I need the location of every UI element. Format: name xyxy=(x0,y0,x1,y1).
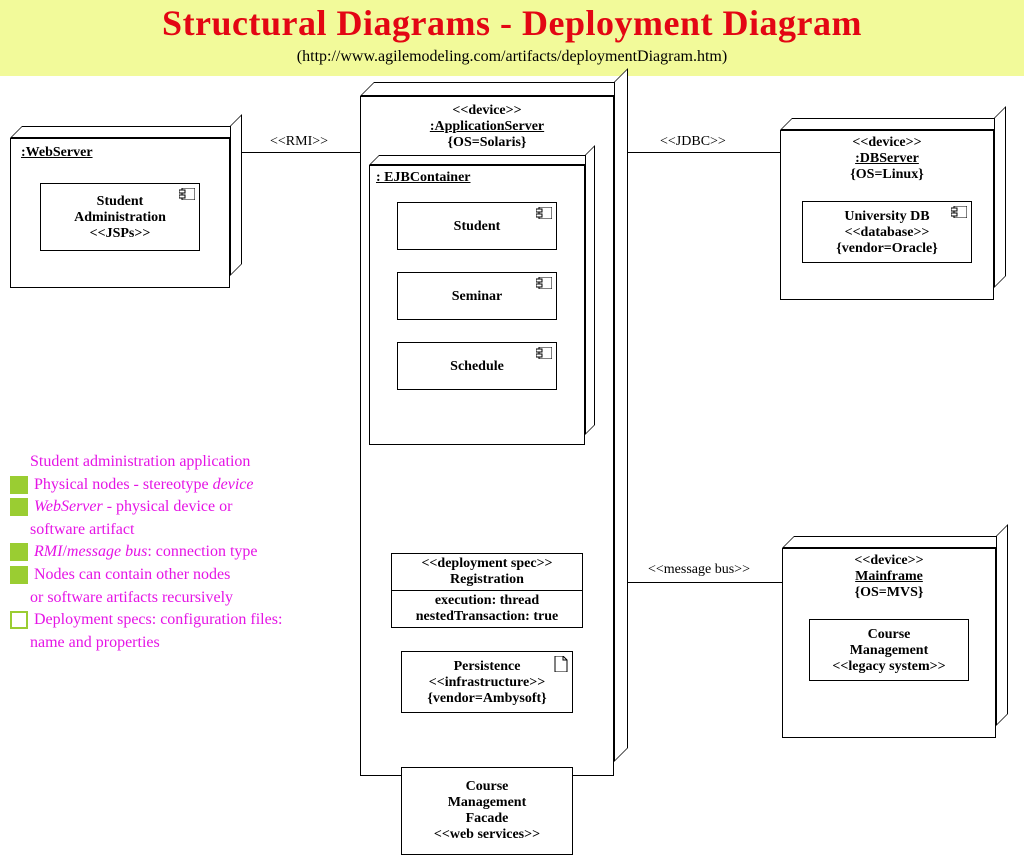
cmlegacy-l2: Management xyxy=(850,643,929,659)
slide-title: Structural Diagrams - Deployment Diagram xyxy=(0,2,1024,44)
studentadmin-l1: Student xyxy=(97,194,144,210)
ejbcontainer-name: : EJBContainer xyxy=(376,170,578,186)
student-name: Student xyxy=(454,219,501,235)
persist-tag: {vendor=Ambysoft} xyxy=(427,691,546,707)
schedule-name: Schedule xyxy=(450,359,504,375)
cmlegacy-l1: Course xyxy=(868,627,911,643)
component-icon xyxy=(951,206,967,218)
appserver-name: :ApplicationServer xyxy=(369,119,605,135)
studentadmin-l2: Administration xyxy=(74,210,166,226)
appserver-stereo: <<device>> xyxy=(369,103,605,119)
cmfacade-l2: Management xyxy=(448,795,527,811)
univdb-stereo: <<database>> xyxy=(845,225,930,241)
univdb-tag: {vendor=Oracle} xyxy=(836,241,937,257)
univdb-name: University DB xyxy=(844,209,929,225)
regspec-stereo: <<deployment spec>> xyxy=(392,556,582,572)
persist-name: Persistence xyxy=(454,659,521,675)
dbserver-tag: {OS=Linux} xyxy=(787,167,987,183)
component-student: Student xyxy=(397,202,557,250)
bullet-icon xyxy=(10,498,28,516)
regspec-p1: execution: thread xyxy=(398,593,576,609)
mainframe-tag: {OS=MVS} xyxy=(789,585,989,601)
component-persistence: Persistence <<infrastructure>> {vendor=A… xyxy=(401,651,573,713)
component-university-db: University DB <<database>> {vendor=Oracl… xyxy=(802,201,972,263)
component-cm-facade: Course Management Facade <<web services>… xyxy=(401,767,573,855)
connector-rmi xyxy=(242,152,360,153)
connector-rmi-label: <<RMI>> xyxy=(270,134,328,150)
slide-subtitle: (http://www.agilemodeling.com/artifacts/… xyxy=(0,48,1024,66)
connector-jdbc xyxy=(628,152,780,153)
notes-list: Student administration application Physi… xyxy=(10,450,340,654)
regspec-name: Registration xyxy=(392,572,582,588)
cmlegacy-stereo: <<legacy system>> xyxy=(832,659,945,675)
dbserver-stereo: <<device>> xyxy=(787,135,987,151)
connector-jdbc-label: <<JDBC>> xyxy=(660,134,726,150)
component-cm-legacy: Course Management <<legacy system>> xyxy=(809,619,969,681)
mainframe-name: Mainframe xyxy=(789,569,989,585)
component-icon xyxy=(536,347,552,359)
component-student-admin: Student Administration <<JSPs>> xyxy=(40,183,200,251)
document-icon xyxy=(554,656,568,672)
appserver-tag: {OS=Solaris} xyxy=(369,135,605,151)
bullet-icon xyxy=(10,476,28,494)
component-icon xyxy=(179,188,195,200)
bullet-icon xyxy=(10,566,28,584)
component-icon xyxy=(536,277,552,289)
deployment-spec-registration: <<deployment spec>> Registration executi… xyxy=(391,553,583,628)
regspec-p2: nestedTransaction: true xyxy=(398,609,576,625)
node-ejbcontainer: : EJBContainer Student Seminar Schedule xyxy=(369,165,605,445)
cmfacade-stereo: <<web services>> xyxy=(434,827,540,843)
bullet-icon xyxy=(10,611,28,629)
component-seminar: Seminar xyxy=(397,272,557,320)
component-icon xyxy=(536,207,552,219)
mainframe-stereo: <<device>> xyxy=(789,553,989,569)
connector-msgbus xyxy=(628,582,782,583)
studentadmin-stereo: <<JSPs>> xyxy=(90,226,151,242)
connector-msgbus-label: <<message bus>> xyxy=(648,562,750,578)
webserver-name: :WebServer xyxy=(21,145,219,161)
bullet-icon xyxy=(10,543,28,561)
seminar-name: Seminar xyxy=(452,289,503,305)
persist-stereo: <<infrastructure>> xyxy=(429,675,545,691)
notes-intro: Student administration application xyxy=(30,451,250,473)
component-schedule: Schedule xyxy=(397,342,557,390)
dbserver-name: :DBServer xyxy=(787,151,987,167)
cmfacade-l1: Course xyxy=(466,779,509,795)
cmfacade-l3: Facade xyxy=(466,811,509,827)
